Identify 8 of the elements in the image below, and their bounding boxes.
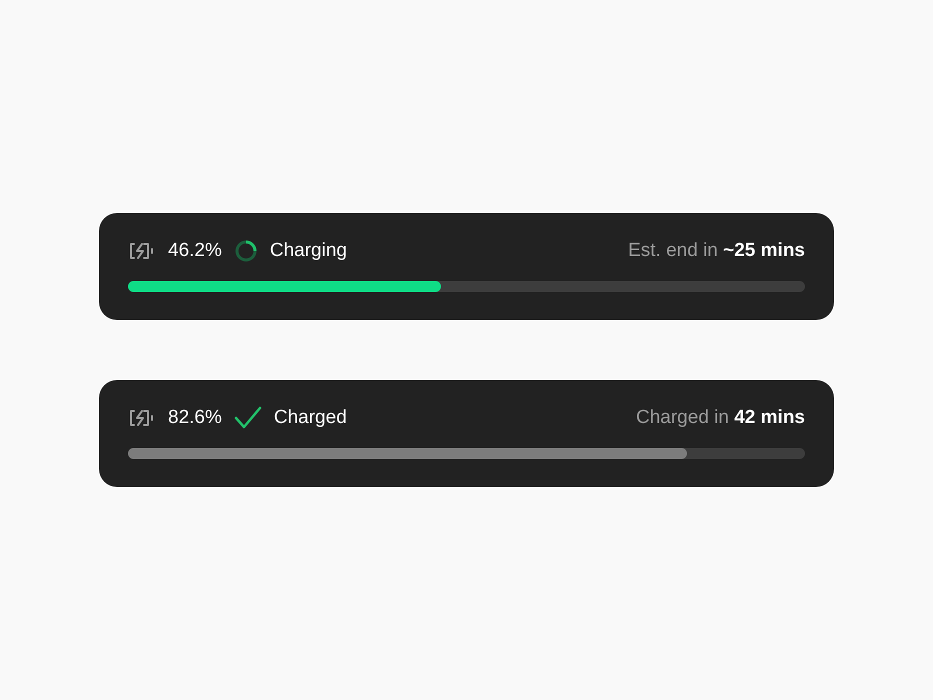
battery-charging-icon (128, 241, 156, 261)
charge-status: Charged (274, 407, 347, 429)
battery-charging-icon (128, 408, 156, 428)
time-estimate: Charged in 42 mins (636, 407, 805, 429)
time-estimate: Est. end in ~25 mins (628, 240, 805, 262)
battery-percent: 82.6% (168, 407, 222, 429)
charge-status: Charging (270, 240, 347, 262)
battery-percent: 46.2% (168, 240, 222, 262)
